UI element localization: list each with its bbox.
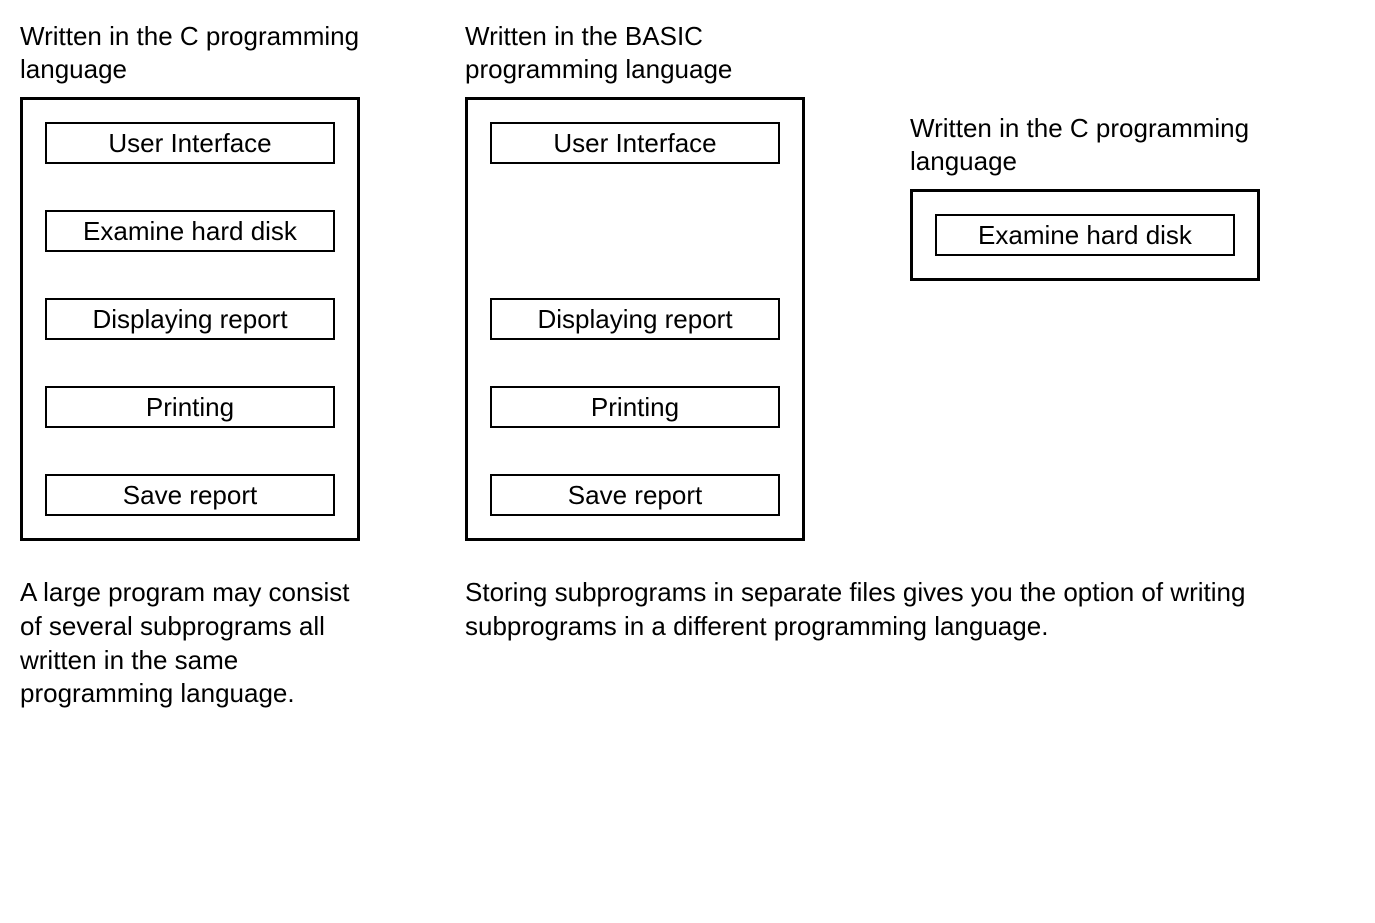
left-heading: Written in the C programming language: [20, 20, 360, 85]
caption-left: A large program may consist of several s…: [20, 576, 360, 711]
middle-program-box: User Interface Displaying report Printin…: [465, 97, 805, 541]
subprogram-examine-hard-disk: Examine hard disk: [45, 210, 335, 252]
left-program-box: User Interface Examine hard disk Display…: [20, 97, 360, 541]
column-right: Written in the C programming language Ex…: [910, 112, 1300, 281]
right-heading: Written in the C programming language: [910, 112, 1300, 177]
subprogram-displaying-report: Displaying report: [490, 298, 780, 340]
subprogram-examine-hard-disk: Examine hard disk: [935, 214, 1235, 256]
subprogram-user-interface: User Interface: [45, 122, 335, 164]
caption-right: Storing subprograms in separate files gi…: [465, 576, 1265, 711]
diagram-container: Written in the C programming language Us…: [20, 20, 1355, 541]
subprogram-printing: Printing: [490, 386, 780, 428]
column-middle: Written in the BASIC programming languag…: [465, 20, 805, 541]
subprogram-save-report: Save report: [45, 474, 335, 516]
captions-row: A large program may consist of several s…: [20, 576, 1355, 711]
column-left: Written in the C programming language Us…: [20, 20, 360, 541]
subprogram-printing: Printing: [45, 386, 335, 428]
subprogram-user-interface: User Interface: [490, 122, 780, 164]
right-program-box: Examine hard disk: [910, 189, 1260, 281]
middle-heading: Written in the BASIC programming languag…: [465, 20, 805, 85]
subprogram-displaying-report: Displaying report: [45, 298, 335, 340]
subprogram-save-report: Save report: [490, 474, 780, 516]
